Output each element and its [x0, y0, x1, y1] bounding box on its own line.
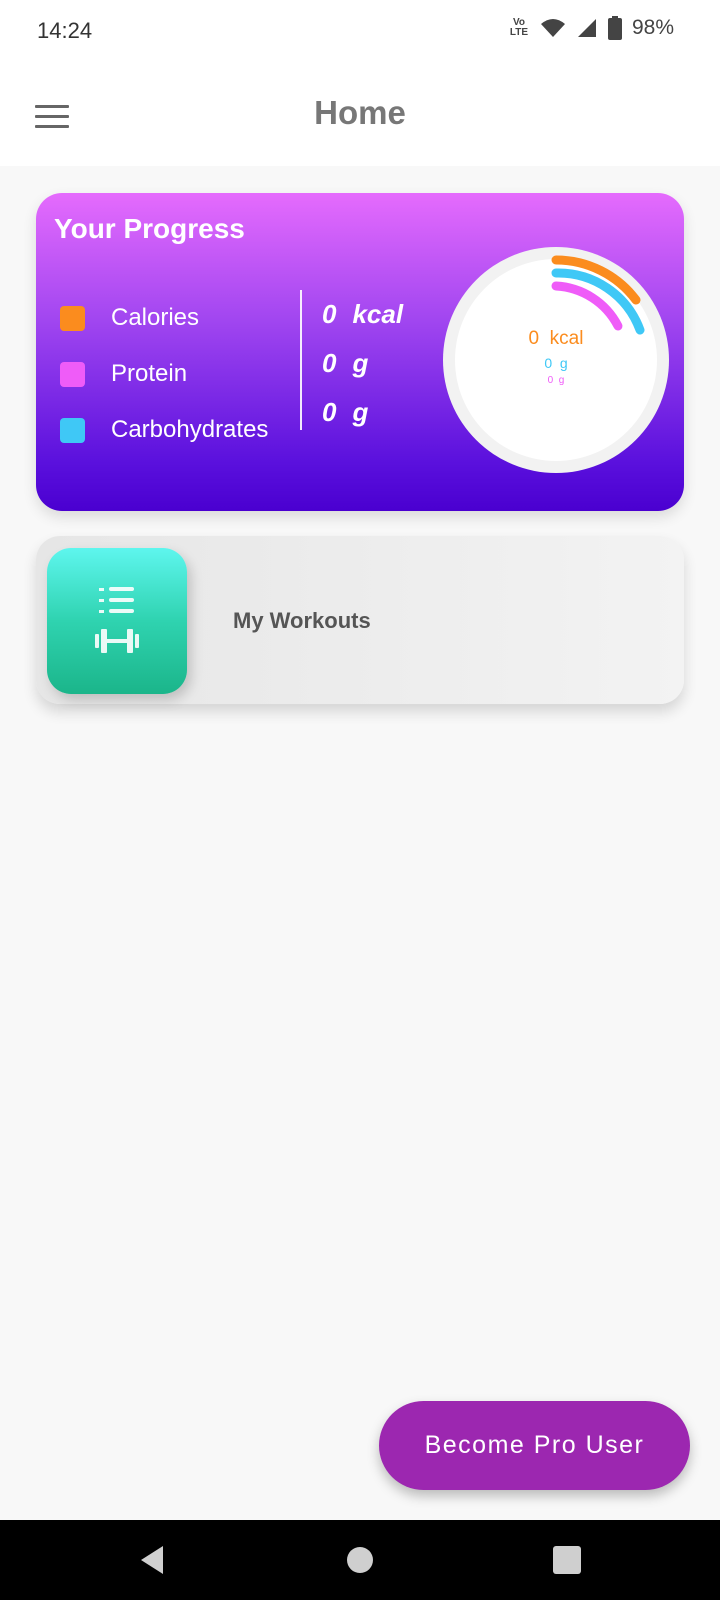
status-bar: 14:24 Vo LTE 98%: [0, 0, 720, 64]
recents-square-icon[interactable]: [547, 1540, 587, 1580]
battery-icon: [607, 16, 622, 40]
protein-value: 0 g: [322, 339, 403, 388]
protein-swatch: [60, 361, 85, 387]
legend-label: Protein: [111, 360, 188, 387]
value-number: 0: [322, 397, 337, 427]
value-unit: g: [352, 397, 369, 427]
legend-item-protein: Protein: [60, 346, 268, 402]
progress-card[interactable]: Your Progress Calories Protein Carbohydr…: [36, 193, 684, 511]
value-number: 0: [322, 348, 337, 378]
value-unit: g: [352, 348, 369, 378]
carbohydrates-value: 0 g: [322, 388, 403, 437]
battery-percent: 98%: [631, 16, 674, 39]
workout-icon-tile: [47, 548, 187, 694]
calories-swatch: [60, 305, 85, 331]
status-time: 14:24: [37, 18, 93, 43]
status-icons: Vo LTE 98%: [508, 16, 674, 40]
progress-values: 0 kcal 0 g 0 g: [322, 290, 403, 437]
system-nav-bar: [0, 1520, 720, 1600]
my-workouts-card[interactable]: My Workouts: [36, 536, 684, 704]
calories-value: 0 kcal: [322, 290, 403, 339]
ring-carbs-text: 0 g: [544, 355, 568, 371]
ring-protein-text: 0 g: [547, 375, 565, 386]
legend-label: Calories: [111, 304, 200, 331]
divider: [300, 290, 302, 430]
progress-legend: Calories Protein Carbohydrates: [60, 290, 268, 458]
home-circle-icon[interactable]: [340, 1540, 380, 1580]
legend-label: Carbohydrates: [111, 416, 269, 443]
app-bar: Home: [0, 64, 720, 166]
progress-title: Your Progress: [54, 213, 245, 244]
value-number: 0: [322, 299, 337, 329]
progress-ring: 0 kcal 0 g 0 g: [442, 246, 670, 474]
wifi-icon: [540, 19, 565, 37]
value-unit: kcal: [352, 299, 404, 329]
ring-calories-text: 0 kcal: [528, 328, 584, 349]
workout-list-dumbbell-icon: [95, 587, 139, 653]
page-title: Home: [314, 94, 406, 131]
legend-item-carbohydrates: Carbohydrates: [60, 402, 268, 458]
volte-icon: Vo LTE: [509, 17, 529, 38]
my-workouts-label: My Workouts: [233, 608, 371, 633]
legend-item-calories: Calories: [60, 290, 268, 346]
carbohydrates-swatch: [60, 417, 85, 443]
back-triangle-icon[interactable]: [133, 1540, 173, 1580]
signal-icon: [577, 19, 596, 37]
become-pro-button[interactable]: Become Pro User: [379, 1401, 690, 1490]
